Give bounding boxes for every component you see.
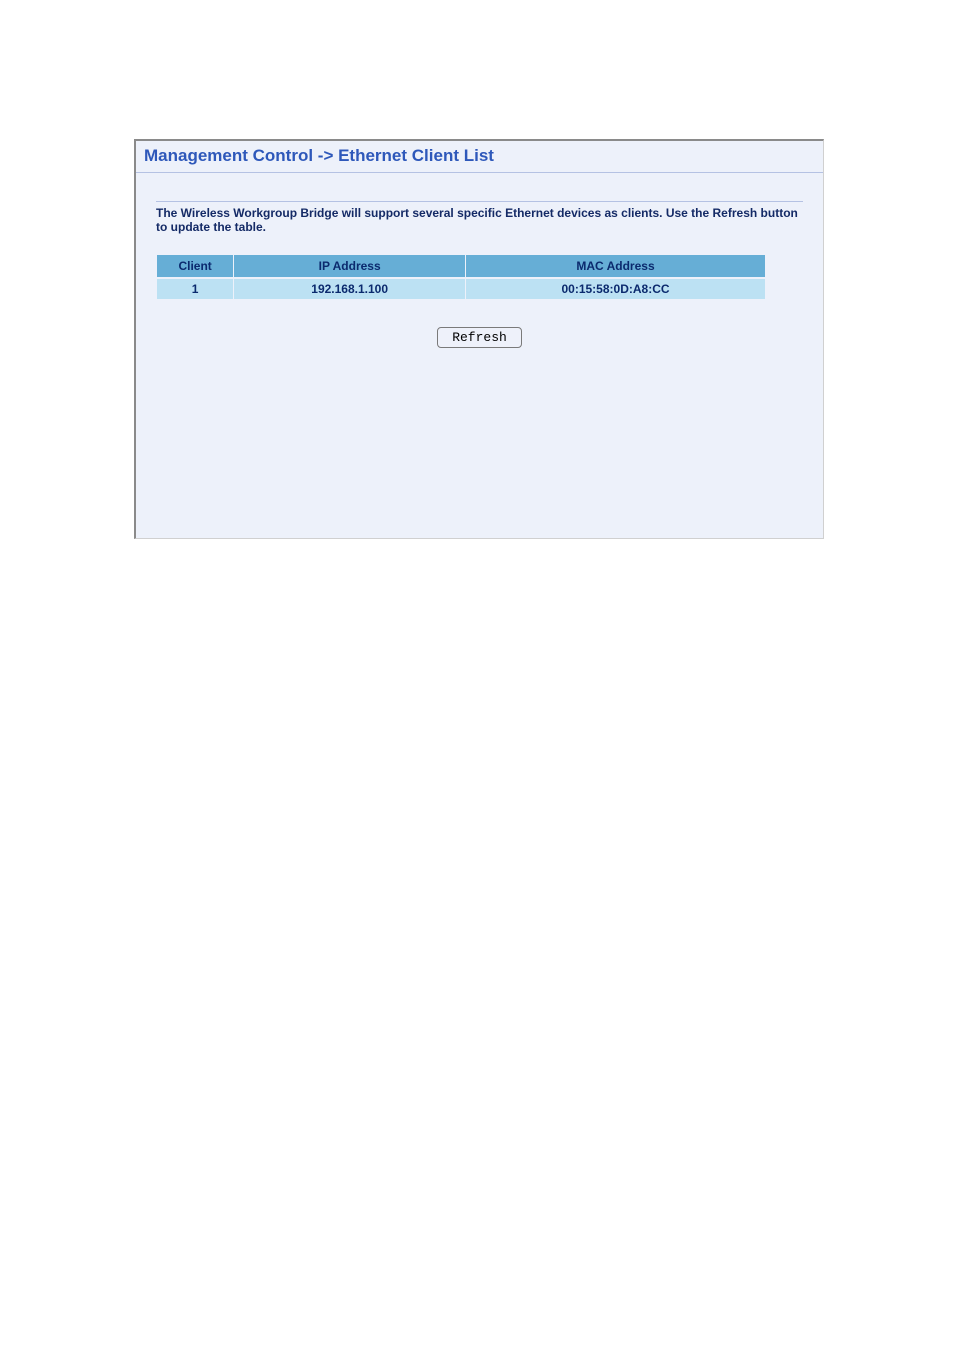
button-row: Refresh <box>156 327 803 348</box>
page-title: Management Control -> Ethernet Client Li… <box>136 141 823 173</box>
table-header-row: Client IP Address MAC Address <box>157 255 765 277</box>
divider <box>156 201 803 202</box>
header-client: Client <box>157 255 233 277</box>
cell-mac: 00:15:58:0D:A8:CC <box>466 279 765 299</box>
client-table: Client IP Address MAC Address 1 192.168.… <box>156 253 766 301</box>
header-mac: MAC Address <box>466 255 765 277</box>
header-ip: IP Address <box>234 255 465 277</box>
cell-client: 1 <box>157 279 233 299</box>
management-panel: Management Control -> Ethernet Client Li… <box>134 139 824 539</box>
table-row: 1 192.168.1.100 00:15:58:0D:A8:CC <box>157 279 765 299</box>
description-text: The Wireless Workgroup Bridge will suppo… <box>156 206 803 235</box>
refresh-button[interactable]: Refresh <box>437 327 522 348</box>
cell-ip: 192.168.1.100 <box>234 279 465 299</box>
content-area: The Wireless Workgroup Bridge will suppo… <box>136 173 823 358</box>
